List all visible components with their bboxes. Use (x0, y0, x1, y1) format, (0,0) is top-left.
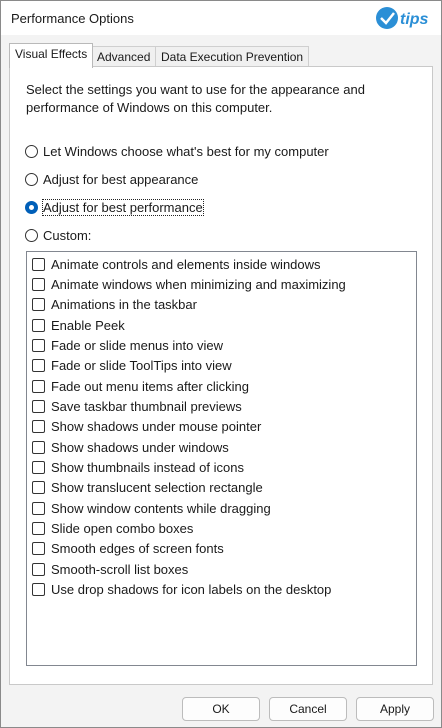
effect-label: Show window contents while dragging (51, 500, 271, 516)
option-label: Let Windows choose what's best for my co… (43, 143, 329, 159)
effect-item[interactable]: Smooth-scroll list boxes (32, 560, 188, 578)
effect-item[interactable]: Show shadows under mouse pointer (32, 417, 261, 435)
option-custom[interactable]: Custom: (25, 225, 91, 245)
effect-label: Fade or slide menus into view (51, 337, 223, 353)
effect-item[interactable]: Show window contents while dragging (32, 499, 271, 517)
effect-label: Show translucent selection rectangle (51, 479, 263, 495)
tips-logo-text: tips (400, 11, 429, 28)
radio-button[interactable] (25, 144, 38, 158)
apply-button[interactable]: Apply (356, 697, 434, 721)
effect-label: Enable Peek (51, 317, 125, 333)
visual-effects-list[interactable]: Animate controls and elements inside win… (26, 251, 417, 666)
checkbox[interactable] (32, 297, 45, 311)
radio-button[interactable] (25, 172, 38, 186)
effect-item[interactable]: Fade or slide menus into view (32, 336, 223, 354)
checkbox[interactable] (32, 358, 45, 372)
option-label: Adjust for best performance (42, 198, 204, 216)
checkbox[interactable] (32, 501, 45, 515)
effect-item[interactable]: Animate windows when minimizing and maxi… (32, 275, 346, 293)
radio-button[interactable] (25, 228, 38, 242)
option-let-windows-choose[interactable]: Let Windows choose what's best for my co… (25, 141, 329, 161)
option-label: Adjust for best appearance (43, 171, 199, 187)
effect-label: Fade or slide ToolTips into view (51, 357, 232, 373)
checkbox[interactable] (32, 338, 45, 352)
checkbox[interactable] (32, 399, 45, 413)
effect-item[interactable]: Show shadows under windows (32, 438, 229, 456)
checkbox[interactable] (32, 318, 45, 332)
effect-label: Use drop shadows for icon labels on the … (51, 581, 332, 597)
checkbox[interactable] (32, 419, 45, 433)
effect-label: Smooth edges of screen fonts (51, 540, 224, 556)
option-best-appearance[interactable]: Adjust for best appearance (25, 169, 198, 189)
tab-advanced[interactable]: Advanced (91, 46, 157, 66)
checkbox[interactable] (32, 440, 45, 454)
effect-item[interactable]: Slide open combo boxes (32, 519, 193, 537)
effect-item[interactable]: Save taskbar thumbnail previews (32, 397, 242, 415)
radio-button-selected[interactable] (25, 200, 38, 214)
performance-options-window: Performance Options tips Visual Effects … (0, 0, 442, 728)
cancel-button[interactable]: Cancel (269, 697, 347, 721)
effect-label: Save taskbar thumbnail previews (51, 398, 242, 414)
effect-label: Animate windows when minimizing and maxi… (51, 276, 346, 292)
effect-item[interactable]: Fade out menu items after clicking (32, 377, 249, 395)
effect-item[interactable]: Smooth edges of screen fonts (32, 539, 224, 557)
effect-item[interactable]: Use drop shadows for icon labels on the … (32, 580, 331, 598)
effect-item[interactable]: Animate controls and elements inside win… (32, 255, 321, 273)
tab-strip: Visual Effects Advanced Data Execution P… (9, 43, 433, 68)
effect-label: Animate controls and elements inside win… (51, 256, 321, 272)
checkbox[interactable] (32, 379, 45, 393)
option-label: Custom: (43, 227, 92, 243)
checkbox[interactable] (32, 521, 45, 535)
effect-item[interactable]: Show translucent selection rectangle (32, 478, 263, 496)
effect-item[interactable]: Animations in the taskbar (32, 295, 197, 313)
checkbox[interactable] (32, 480, 45, 494)
effect-item[interactable]: Show thumbnails instead of icons (32, 458, 244, 476)
checkbox[interactable] (32, 582, 45, 596)
checkbox[interactable] (32, 541, 45, 555)
ok-button[interactable]: OK (182, 697, 260, 721)
tab-visual-effects[interactable]: Visual Effects (9, 43, 94, 68)
window-title: Performance Options (11, 11, 134, 26)
tips-logo: tips (376, 7, 429, 29)
effect-item[interactable]: Fade or slide ToolTips into view (32, 356, 232, 374)
checkbox[interactable] (32, 277, 45, 291)
checkbox[interactable] (32, 257, 45, 271)
effect-label: Fade out menu items after clicking (51, 378, 249, 394)
effect-label: Show thumbnails instead of icons (51, 459, 244, 475)
effect-label: Show shadows under mouse pointer (51, 418, 262, 434)
effect-label: Smooth-scroll list boxes (51, 561, 189, 577)
title-bar[interactable]: Performance Options tips (1, 1, 441, 35)
checkbox[interactable] (32, 562, 45, 576)
effect-label: Animations in the taskbar (51, 296, 197, 312)
effect-label: Slide open combo boxes (51, 520, 194, 536)
description-text: Select the settings you want to use for … (26, 82, 365, 115)
effect-label: Show shadows under windows (51, 439, 229, 455)
visual-effects-panel: Select the settings you want to use for … (9, 66, 433, 685)
effect-item[interactable]: Enable Peek (32, 316, 125, 334)
tab-data-execution-prevention[interactable]: Data Execution Prevention (155, 46, 310, 66)
option-best-performance[interactable]: Adjust for best performance (25, 197, 204, 217)
checkbox[interactable] (32, 460, 45, 474)
